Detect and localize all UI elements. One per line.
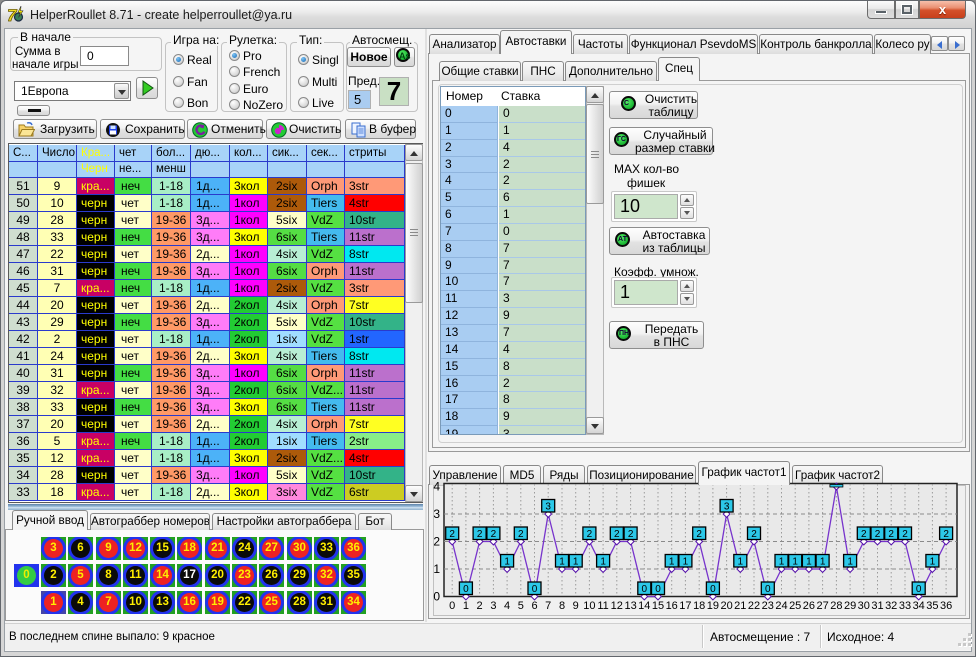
svg-text:27: 27	[816, 600, 828, 612]
svg-text:1: 1	[504, 557, 510, 568]
svg-text:2: 2	[943, 529, 949, 540]
svg-text:22: 22	[748, 600, 760, 612]
svg-text:0: 0	[532, 584, 538, 595]
svg-text:20: 20	[720, 600, 732, 612]
svg-text:9: 9	[573, 600, 579, 612]
svg-text:2: 2	[477, 529, 483, 540]
svg-text:2: 2	[628, 529, 634, 540]
svg-text:1: 1	[573, 557, 579, 568]
svg-text:21: 21	[734, 600, 746, 612]
svg-text:2: 2	[518, 529, 524, 540]
svg-text:0: 0	[765, 584, 771, 595]
svg-text:1: 1	[779, 557, 785, 568]
svg-text:2: 2	[861, 529, 867, 540]
svg-text:18: 18	[693, 600, 705, 612]
svg-text:3: 3	[490, 600, 496, 612]
svg-text:0: 0	[642, 584, 648, 595]
svg-text:29: 29	[844, 600, 856, 612]
svg-text:35: 35	[926, 600, 938, 612]
svg-text:24: 24	[775, 600, 787, 612]
svg-text:3: 3	[545, 502, 551, 513]
svg-text:2: 2	[696, 529, 702, 540]
svg-text:1: 1	[820, 557, 826, 568]
svg-text:0: 0	[433, 590, 440, 604]
svg-text:2: 2	[902, 529, 908, 540]
svg-text:36: 36	[940, 600, 952, 612]
svg-text:1: 1	[738, 557, 744, 568]
svg-text:1: 1	[930, 557, 936, 568]
svg-text:19: 19	[707, 600, 719, 612]
svg-text:11: 11	[597, 600, 608, 612]
svg-text:2: 2	[587, 529, 593, 540]
svg-text:0: 0	[449, 600, 455, 612]
svg-text:4: 4	[504, 600, 510, 612]
svg-text:2: 2	[477, 600, 483, 612]
svg-text:12: 12	[611, 600, 623, 612]
svg-text:1: 1	[463, 600, 469, 612]
svg-text:0: 0	[463, 584, 469, 595]
svg-text:4: 4	[433, 480, 440, 494]
svg-text:3: 3	[433, 507, 440, 521]
svg-text:16: 16	[666, 600, 678, 612]
svg-text:26: 26	[803, 600, 815, 612]
svg-text:2: 2	[875, 529, 881, 540]
svg-text:13: 13	[624, 600, 636, 612]
svg-text:34: 34	[913, 600, 925, 612]
svg-text:1: 1	[806, 557, 812, 568]
svg-text:2: 2	[888, 529, 894, 540]
svg-text:25: 25	[789, 600, 801, 612]
svg-text:5: 5	[518, 600, 524, 612]
svg-text:2: 2	[614, 529, 620, 540]
svg-text:33: 33	[899, 600, 911, 612]
svg-text:8: 8	[559, 600, 565, 612]
svg-text:3: 3	[724, 502, 730, 513]
svg-text:7: 7	[545, 600, 551, 612]
svg-text:6: 6	[531, 600, 537, 612]
svg-text:1: 1	[600, 557, 606, 568]
svg-text:2: 2	[751, 529, 757, 540]
svg-text:1: 1	[847, 557, 853, 568]
svg-text:0: 0	[655, 584, 661, 595]
svg-text:1: 1	[559, 557, 565, 568]
svg-text:2: 2	[433, 535, 440, 549]
svg-text:28: 28	[830, 600, 842, 612]
svg-text:23: 23	[762, 600, 774, 612]
svg-text:30: 30	[858, 600, 870, 612]
svg-text:0: 0	[710, 584, 716, 595]
svg-text:2: 2	[449, 529, 455, 540]
svg-text:31: 31	[871, 600, 883, 612]
svg-text:10: 10	[583, 600, 595, 612]
svg-text:14: 14	[638, 600, 650, 612]
svg-text:17: 17	[679, 600, 691, 612]
svg-text:32: 32	[885, 600, 897, 612]
svg-text:1: 1	[669, 557, 675, 568]
svg-text:0: 0	[916, 584, 922, 595]
svg-text:15: 15	[652, 600, 664, 612]
svg-text:2: 2	[491, 529, 497, 540]
svg-text:1: 1	[683, 557, 689, 568]
svg-text:1: 1	[792, 557, 798, 568]
svg-text:1: 1	[433, 562, 440, 576]
